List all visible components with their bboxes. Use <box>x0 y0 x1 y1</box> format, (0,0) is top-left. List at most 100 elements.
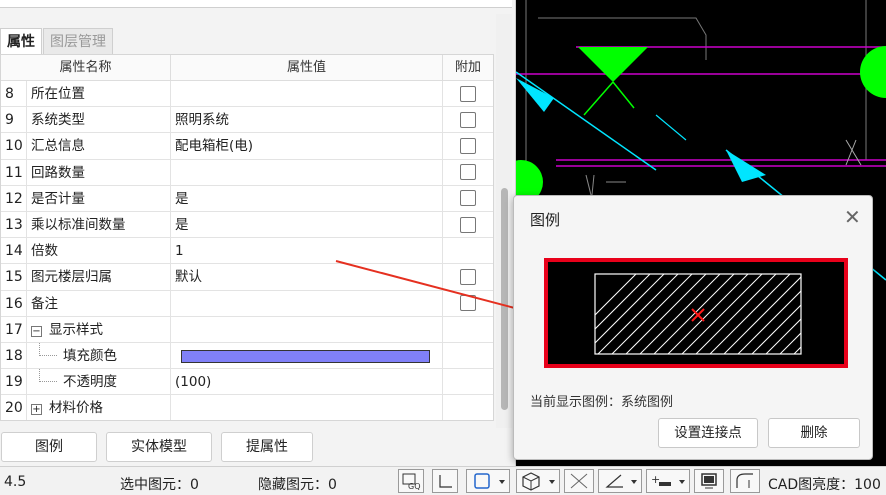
cad-grey-mark <box>591 174 595 196</box>
column-header-value: 属性值 <box>171 55 443 80</box>
attach-checkbox[interactable] <box>460 137 476 154</box>
tab-layer-management[interactable]: 图层管理 <box>43 28 113 54</box>
property-value-cell[interactable]: 照明系统 <box>171 107 443 133</box>
property-row[interactable]: 19 不透明度 (100) <box>1 369 493 396</box>
top-strip <box>0 0 512 8</box>
cad-circle-green <box>860 46 886 98</box>
property-value-cell[interactable]: (100) <box>171 369 443 395</box>
property-name: 回路数量 <box>31 164 85 181</box>
row-number: 14 <box>1 238 27 264</box>
property-name: 系统类型 <box>31 112 85 129</box>
property-value-cell[interactable] <box>171 81 443 107</box>
extract-properties-button[interactable]: 提属性 <box>221 432 313 462</box>
cad-grey-mark <box>845 139 862 166</box>
ortho-icon[interactable] <box>432 469 458 493</box>
property-row[interactable]: 12 是否计量 是 <box>1 185 493 212</box>
hidden-count: 隐藏图元：0 <box>258 477 337 493</box>
select-mode-icon[interactable] <box>466 469 510 493</box>
cad-grey-mark <box>845 139 857 166</box>
property-row[interactable]: 20 + 材料价格 <box>1 395 493 420</box>
property-name: 倍数 <box>31 243 58 260</box>
status-bar: 4.5 选中图元：0 隐藏图元：0 GQ + CAD图亮度：100 <box>0 466 886 495</box>
property-name-cell: 备注 <box>27 290 171 316</box>
property-row[interactable]: 9 系统类型 照明系统 <box>1 107 493 134</box>
property-value-cell[interactable] <box>171 342 443 369</box>
property-row[interactable]: 13 乘以标准间数量 是 <box>1 211 493 239</box>
add-cell <box>443 212 493 237</box>
angle-icon[interactable] <box>598 469 642 493</box>
attach-checkbox[interactable] <box>460 85 476 102</box>
grid-snap-icon[interactable]: GQ <box>398 469 424 493</box>
property-value-cell[interactable]: 配电箱柜(电) <box>171 133 443 159</box>
grid-header: 属性名称 属性值 附加 <box>1 55 493 81</box>
property-value: 照明系统 <box>175 112 229 129</box>
tab-properties[interactable]: 属性 <box>0 28 42 54</box>
property-value-cell[interactable]: 是 <box>171 211 443 238</box>
svg-text:GQ: GQ <box>408 482 421 491</box>
property-name: 是否计量 <box>31 190 85 207</box>
attach-checkbox[interactable] <box>460 111 476 128</box>
properties-panel: ✕ 属性 图层管理 属性名称 属性值 附加 8所在位置9系统类型照明系统10汇总… <box>0 0 516 466</box>
fill-color-swatch[interactable] <box>181 349 430 363</box>
legend-preview <box>544 258 848 368</box>
attach-checkbox[interactable] <box>460 190 476 207</box>
property-value: 是 <box>175 216 189 233</box>
property-value: (100) <box>175 374 212 391</box>
curve-icon[interactable] <box>730 469 760 493</box>
row-number: 10 <box>1 133 27 159</box>
property-row[interactable]: 8 所在位置 <box>1 81 493 108</box>
row-number: 9 <box>1 107 27 133</box>
property-row[interactable]: 18 填充颜色 <box>1 342 493 370</box>
close-icon[interactable]: ✕ <box>844 205 861 229</box>
row-number: 13 <box>1 211 27 238</box>
property-value-cell[interactable] <box>171 159 443 185</box>
property-name: 图元楼层归属 <box>31 269 112 286</box>
property-name-cell: + 材料价格 <box>27 395 171 420</box>
collapse-icon[interactable]: − <box>31 325 42 337</box>
property-row[interactable]: 11 回路数量 <box>1 159 493 186</box>
add-cell <box>443 160 493 185</box>
property-grid: 属性名称 属性值 附加 8 所在位置 9 系统类型 照明系统 10 汇总信息 配电箱柜(电) 1… <box>0 54 494 421</box>
property-value-cell[interactable] <box>171 395 443 420</box>
line-width-icon[interactable]: + <box>646 469 690 493</box>
property-name: 汇总信息 <box>31 138 85 155</box>
set-connection-point-button[interactable]: 设置连接点 <box>658 418 758 448</box>
row-number: 20 <box>1 395 27 420</box>
property-name: 所在位置 <box>31 86 85 102</box>
cad-cyan-line-3 <box>655 114 687 141</box>
row-number: 11 <box>1 159 27 185</box>
display-icon[interactable] <box>694 469 724 493</box>
cad-green-line <box>612 81 635 109</box>
property-name-cell: 所在位置 <box>27 81 171 107</box>
property-value: 配电箱柜(电) <box>175 138 254 155</box>
column-header-add: 附加 <box>454 60 481 75</box>
svg-text:+: + <box>651 473 660 486</box>
property-value: 是 <box>175 190 189 207</box>
row-number: 8 <box>1 81 27 107</box>
row-number: 15 <box>1 264 27 290</box>
property-name: 填充颜色 <box>63 347 117 364</box>
row-number: 17 <box>1 316 27 342</box>
attach-checkbox[interactable] <box>460 216 476 233</box>
solid-model-button[interactable]: 实体模型 <box>106 432 212 462</box>
column-header-name: 属性名称 <box>1 55 171 80</box>
3d-view-icon[interactable] <box>516 469 560 493</box>
cross-snap-icon[interactable] <box>564 469 594 493</box>
expand-icon[interactable]: + <box>31 404 42 416</box>
tree-connector <box>39 369 57 383</box>
legend-dialog: 图例 ✕ 当前显示图例：系统图例 设置连接点 删除 <box>513 195 873 460</box>
property-name: 乘以标准间数量 <box>31 216 126 233</box>
add-cell <box>443 133 493 158</box>
cad-cyan-line <box>516 71 657 171</box>
property-name-cell: 图元楼层归属 <box>27 264 171 290</box>
coordinate-readout: 4.5 <box>4 474 27 490</box>
panel-tabs: 属性 图层管理 <box>0 28 114 54</box>
property-value-cell[interactable]: 是 <box>171 185 443 211</box>
property-name-cell: 乘以标准间数量 <box>27 211 171 238</box>
property-name-cell: 填充颜色 <box>27 342 171 369</box>
cad-grey-mark <box>585 174 592 196</box>
delete-button[interactable]: 删除 <box>768 418 860 448</box>
property-row[interactable]: 10 汇总信息 配电箱柜(电) <box>1 133 493 160</box>
attach-checkbox[interactable] <box>460 164 476 181</box>
legend-button[interactable]: 图例 <box>1 432 97 462</box>
